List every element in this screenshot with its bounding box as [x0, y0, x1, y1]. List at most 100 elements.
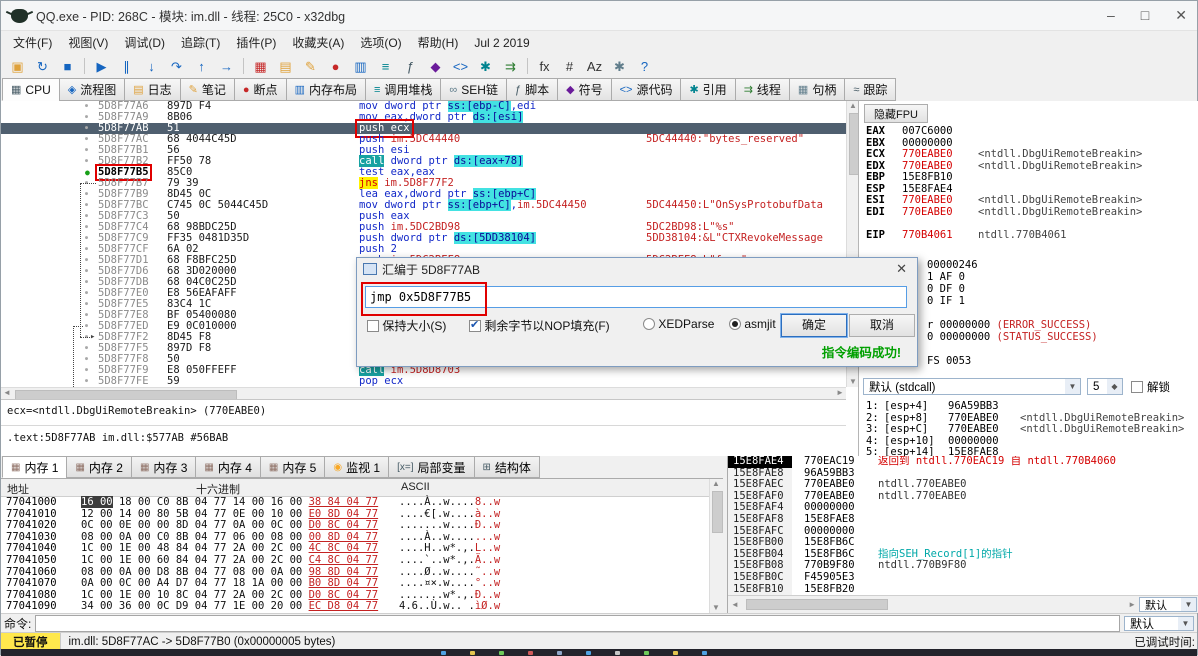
breakpoints-button[interactable]: ● [323, 55, 348, 77]
hide-fpu-button[interactable]: 隐藏FPU [864, 104, 928, 123]
run-button[interactable]: ▶ [89, 55, 114, 77]
menu-item[interactable]: 选项(O) [352, 32, 409, 53]
menu-item[interactable]: 追踪(T) [173, 32, 228, 53]
cancel-button[interactable]: 取消 [849, 314, 915, 337]
row-dot-icon[interactable]: ● [85, 343, 88, 354]
row-dot-icon[interactable]: ● [85, 134, 88, 145]
row-dot-icon[interactable]: ● [85, 321, 88, 332]
tab-symbols[interactable]: ◆ 符号 [557, 78, 612, 101]
row-dot-icon[interactable]: ● [85, 288, 88, 299]
tab-dump3[interactable]: ▦ 内存 3 [130, 456, 197, 478]
step-out-button[interactable]: ↑ [189, 55, 214, 77]
row-dot-icon[interactable]: ● [85, 112, 88, 123]
ok-button[interactable]: 确定 [780, 313, 848, 338]
disasm-row[interactable]: ● 5D8F77FE 59 pop ecx [1, 376, 846, 387]
stack-row[interactable]: 15E8FAF0 770EABE0 ntdll.770EABE0 [728, 490, 1198, 503]
notes-button[interactable]: ✎ [298, 55, 323, 77]
title-bar[interactable]: QQ.exe - PID: 268C - 模块: im.dll - 线程: 25… [1, 1, 1197, 31]
row-dot-icon[interactable]: ● [85, 365, 88, 376]
calling-convention-select[interactable]: 默认 (stdcall) ▼ [863, 378, 1081, 395]
scroll-left-icon[interactable]: ◄ [728, 600, 742, 609]
stack-row[interactable]: 15E8FB10 15E8FB20 [728, 583, 1198, 596]
tab-dump2[interactable]: ▦ 内存 2 [66, 456, 132, 478]
unlock-checkbox[interactable]: 解锁 [1131, 379, 1170, 395]
settings-button[interactable]: ✱ [607, 55, 632, 77]
row-dot-icon[interactable]: ● [85, 299, 88, 310]
tab-watch1[interactable]: ◉ 监视 1 [324, 456, 390, 478]
tab-dump4[interactable]: ▦ 内存 4 [195, 456, 261, 478]
register-row[interactable] [866, 218, 1197, 230]
xedparse-radio[interactable]: XEDParse [643, 317, 714, 331]
step-over-button[interactable]: ↷ [164, 55, 189, 77]
assemble-dialog[interactable]: 汇编于 5D8F77AB ✕ 保持大小(S) 剩余字节以NOP填充(F) XED… [356, 257, 918, 367]
tab-references[interactable]: ✱ 引用 [680, 78, 736, 101]
help-button[interactable]: ? [632, 55, 657, 77]
dialog-close-icon[interactable]: ✕ [892, 261, 911, 277]
tab-trace[interactable]: ≈ 跟踪 [844, 78, 897, 101]
register-row[interactable]: ESI 770EABE0 <ntdll.DbgUiRemoteBreakin> [866, 194, 1197, 207]
references-button[interactable]: ✱ [473, 55, 498, 77]
tab-script[interactable]: ƒ 脚本 [505, 78, 559, 101]
assemble-instruction-input[interactable] [365, 286, 907, 308]
tab-dump5[interactable]: ▦ 内存 5 [259, 456, 326, 478]
close-button[interactable]: ✕ [1175, 7, 1187, 24]
stack-row[interactable]: 15E8FB08 770B9F80 ntdll.770B9F80 [728, 560, 1198, 572]
command-input[interactable] [35, 614, 1120, 632]
row-dot-icon[interactable]: ● [85, 244, 88, 255]
breakpoint-dot-icon[interactable]: ● [85, 167, 90, 178]
nop-fill-checkbox[interactable]: 剩余字节以NOP填充(F) [469, 317, 610, 334]
register-row[interactable]: EAX 007C6000 [866, 125, 1197, 138]
call-stack-button[interactable]: ≡ [373, 55, 398, 77]
tab-source[interactable]: <> 源代码 [610, 78, 682, 101]
row-dot-icon[interactable]: ● [85, 376, 88, 387]
restart-button[interactable]: ↻ [30, 55, 55, 77]
row-dot-icon[interactable]: ● [85, 101, 88, 112]
case-button[interactable]: Az [582, 55, 607, 77]
tab-seh-chain[interactable]: ∞ SEH链 [440, 78, 507, 101]
stack-row[interactable]: 15E8FAF8 15E8FAE8 [728, 513, 1198, 526]
command-mode-select[interactable]: 默认 ▼ [1124, 615, 1194, 631]
step-into-button[interactable]: ↓ [139, 55, 164, 77]
threads-button[interactable]: ⇉ [498, 55, 523, 77]
row-dot-icon[interactable]: ● [85, 145, 88, 156]
tab-notes[interactable]: ✎ 笔记 [179, 78, 235, 101]
stack-row[interactable]: 15E8FB0C F45905E3 [728, 571, 1198, 584]
memory-vscrollbar[interactable]: ▲ ▼ [709, 479, 724, 613]
register-row[interactable]: EIP 770B4061 ntdll.770B4061 [866, 229, 1197, 242]
menu-item[interactable]: 插件(P) [228, 32, 284, 53]
row-dot-icon[interactable]: ● [85, 200, 88, 211]
memory-dump-pane[interactable]: 地址 十六进制 ASCII 77041000 16 00 18 00 C0 8B … [1, 478, 723, 614]
tab-call-stack[interactable]: ≡ 调用堆栈 [364, 78, 442, 101]
row-dot-icon[interactable]: ● [85, 156, 88, 167]
menu-item[interactable]: Jul 2 2019 [466, 34, 537, 52]
maximize-button[interactable]: □ [1141, 7, 1149, 24]
tab-log[interactable]: ▤ 日志 [124, 78, 181, 101]
graph-button[interactable]: ▦ [248, 55, 273, 77]
minimize-button[interactable]: – [1107, 7, 1115, 24]
tab-locals[interactable]: [x=] 局部变量 [388, 456, 475, 478]
menu-item[interactable]: 视图(V) [60, 32, 116, 53]
tab-dump1[interactable]: ▦ 内存 1 [2, 456, 68, 478]
row-dot-icon[interactable]: ● [85, 233, 88, 244]
stop-button[interactable]: ■ [55, 55, 80, 77]
pause-button[interactable]: ∥ [114, 55, 139, 77]
menu-item[interactable]: 帮助(H) [410, 32, 467, 53]
menu-item[interactable]: 调试(D) [116, 32, 173, 53]
open-file-button[interactable]: ▣ [5, 55, 30, 77]
row-dot-icon[interactable]: ● [85, 310, 88, 321]
row-dot-icon[interactable]: ● [85, 222, 88, 233]
source-button[interactable]: <> [448, 55, 473, 77]
script-button[interactable]: ƒ [398, 55, 423, 77]
highlight-fx-button[interactable]: fx [532, 55, 557, 77]
stack-row[interactable]: 15E8FAF4 00000000 [728, 502, 1198, 514]
tab-threads[interactable]: ⇉ 线程 [734, 78, 790, 101]
symbols-button[interactable]: ◆ [423, 55, 448, 77]
row-dot-icon[interactable]: ● [85, 354, 88, 365]
stack-row[interactable]: 15E8FB00 15E8FB6C [728, 537, 1198, 549]
row-dot-icon[interactable]: ● [85, 277, 88, 288]
row-dot-icon[interactable]: ● [85, 189, 88, 200]
row-dot-icon[interactable]: ● [85, 211, 88, 222]
hash-button[interactable]: # [557, 55, 582, 77]
asmjit-radio[interactable]: asmjit [729, 317, 776, 331]
arg-depth-spinner[interactable]: 5 ◆ [1087, 378, 1123, 395]
